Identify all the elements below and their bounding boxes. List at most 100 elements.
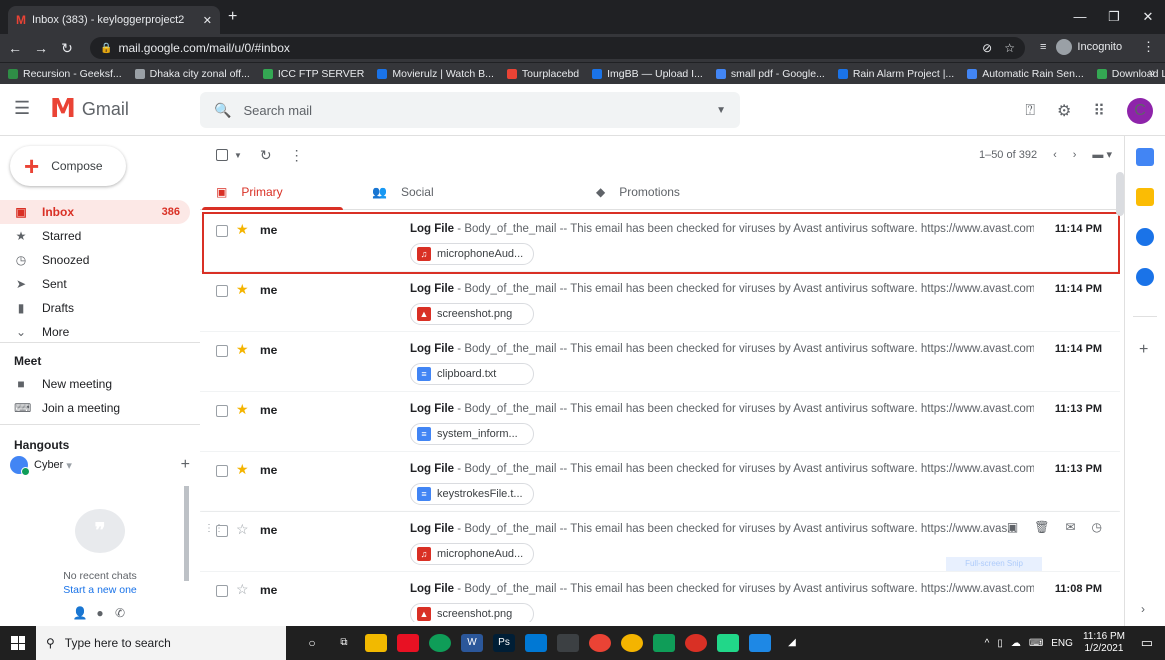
compose-button[interactable]: + Compose	[10, 146, 126, 186]
tab-primary[interactable]: ▣ Primary	[202, 174, 343, 210]
bookmark-item[interactable]: Dhaka city zonal off...	[134, 68, 250, 80]
cloud-icon[interactable]: ☁	[1011, 638, 1021, 649]
search-options-icon[interactable]: ▼	[716, 105, 726, 116]
select-all-checkbox[interactable]	[216, 149, 228, 161]
archive-icon[interactable]: ▣	[1007, 520, 1018, 534]
bookmark-item[interactable]: Rain Alarm Project |...	[837, 68, 954, 80]
taskbar-search[interactable]: ⚲ Type here to search	[36, 626, 286, 660]
tab-social[interactable]: 👥 Social	[372, 174, 434, 210]
pycharm-icon[interactable]	[717, 634, 739, 652]
clock[interactable]: 11:16 PM 1/2/2021	[1083, 631, 1125, 655]
sidebar-item-drafts[interactable]: ▮ Drafts	[0, 296, 190, 320]
email-row[interactable]: ★ me Log File - Body_of_the_mail -- This e…	[200, 212, 1120, 272]
contacts-icon[interactable]	[1136, 268, 1154, 286]
file-explorer-icon[interactable]	[365, 634, 387, 652]
attachment-chip[interactable]: ≡ keystrokesFile.t...	[410, 483, 534, 505]
row-checkbox[interactable]	[216, 405, 228, 417]
attachment-chip[interactable]: ▲ screenshot.png	[410, 603, 534, 622]
older-page-icon[interactable]: ›	[1073, 149, 1077, 161]
search-icon[interactable]: 🔍	[214, 102, 231, 119]
status-caret-icon[interactable]: ▾	[66, 459, 72, 472]
start-new-chat-link[interactable]: Start a new one	[0, 584, 200, 596]
star-icon[interactable]: ☆	[236, 521, 249, 538]
more-actions-icon[interactable]: ⋮	[290, 147, 304, 164]
reload-icon[interactable]: ↻	[56, 40, 78, 57]
chrome-icon[interactable]	[589, 634, 611, 652]
newer-page-icon[interactable]: ‹	[1053, 149, 1057, 161]
email-row[interactable]: ★ me Log File - Body_of_the_mail -- This e…	[200, 272, 1120, 332]
incognito-indicator[interactable]: ≡ Incognito	[1040, 39, 1122, 55]
calendar-icon[interactable]	[1136, 148, 1154, 166]
sidebar-item-inbox[interactable]: ▣ Inbox 386	[0, 200, 190, 224]
address-bar[interactable]: 🔒 mail.google.com/mail/u/0/#inbox ⊘ ☆	[90, 37, 1025, 59]
language-indicator[interactable]: ENG	[1051, 638, 1073, 649]
row-checkbox[interactable]	[216, 465, 228, 477]
row-checkbox[interactable]	[216, 285, 228, 297]
hangouts-user[interactable]: Cyber ▾ +	[10, 456, 190, 476]
email-row[interactable]: ☆ me Log File - Body_of_the_mail -- This e…	[200, 572, 1120, 622]
help-icon[interactable]: ⍰	[1025, 102, 1035, 120]
bookmark-item[interactable]: Movierulz | Watch B...	[377, 68, 494, 80]
bookmark-item[interactable]: small pdf - Google...	[715, 68, 825, 80]
chat-icon[interactable]: ●	[90, 606, 110, 626]
attachment-chip[interactable]: ≡ clipboard.txt	[410, 363, 534, 385]
tab-promotions[interactable]: ◆ Promotions	[596, 174, 680, 210]
battery-icon[interactable]: ▯	[997, 638, 1003, 649]
star-icon[interactable]: ★	[236, 401, 249, 418]
reading-list-icon[interactable]: ≡	[1040, 41, 1046, 53]
mail-app-icon[interactable]	[525, 634, 547, 652]
search-bar[interactable]: 🔍 Search mail ▼	[200, 92, 740, 128]
back-icon[interactable]: ←	[4, 40, 26, 56]
contacts-icon[interactable]: 👤	[70, 606, 90, 626]
sidebar-item-more[interactable]: ⌄ More	[0, 320, 190, 344]
star-icon[interactable]: ★	[236, 461, 249, 478]
new-tab-icon[interactable]: +	[228, 8, 237, 26]
attachment-chip[interactable]: ▲ screenshot.png	[410, 303, 534, 325]
star-icon[interactable]: ★	[236, 341, 249, 358]
new-conversation-icon[interactable]: +	[181, 456, 190, 474]
row-checkbox[interactable]	[216, 345, 228, 357]
meet-item[interactable]: ■ New meeting	[0, 372, 190, 396]
sidebar-item-snoozed[interactable]: ◷ Snoozed	[0, 248, 190, 272]
forward-icon[interactable]: →	[30, 40, 52, 56]
tray-chevron-icon[interactable]: ^	[985, 638, 990, 649]
minimize-icon[interactable]: —	[1063, 0, 1097, 34]
row-checkbox[interactable]	[216, 225, 228, 237]
email-row[interactable]: ★ me Log File - Body_of_the_mail -- This e…	[200, 452, 1120, 512]
settings-gear-icon[interactable]: ⚙	[1057, 101, 1071, 121]
search-input[interactable]: Search mail	[243, 103, 716, 118]
start-button[interactable]	[0, 626, 36, 660]
chrome-canary-icon[interactable]	[621, 634, 643, 652]
monitor-icon[interactable]	[557, 634, 579, 652]
attachment-chip[interactable]: ≡ system_inform...	[410, 423, 534, 445]
star-icon[interactable]: ☆	[236, 581, 249, 598]
app-green-icon[interactable]	[653, 634, 675, 652]
meet-item[interactable]: ⌨ Join a meeting	[0, 396, 190, 420]
close-window-icon[interactable]: ✕	[1131, 0, 1165, 34]
main-menu-icon[interactable]: ☰	[14, 98, 30, 119]
bookmark-item[interactable]: ICC FTP SERVER	[262, 68, 364, 80]
snooze-icon[interactable]: ◷	[1092, 520, 1102, 534]
app-red-icon[interactable]	[685, 634, 707, 652]
gmail-logo[interactable]: M Gmail	[50, 96, 129, 122]
app-misc-icon[interactable]: ◢	[781, 634, 803, 652]
row-checkbox[interactable]	[216, 585, 228, 597]
taskbar-search-input[interactable]: Type here to search	[65, 636, 171, 650]
phone-icon[interactable]: ✆	[110, 606, 130, 626]
delete-icon[interactable]: 🗑	[1034, 520, 1049, 534]
photoshop-icon[interactable]: Ps	[493, 634, 515, 652]
tasks-icon[interactable]	[1136, 228, 1154, 246]
word-icon[interactable]: W	[461, 634, 483, 652]
apps-grid-icon[interactable]: ⠿	[1093, 101, 1105, 121]
store-icon[interactable]	[397, 634, 419, 652]
hide-panel-icon[interactable]: ›	[1141, 602, 1145, 616]
browser-tab[interactable]: M Inbox (383) - keyloggerproject2 ✕	[8, 6, 220, 34]
select-dropdown-icon[interactable]: ▼	[234, 151, 242, 160]
bookmark-item[interactable]: Automatic Rain Sen...	[967, 68, 1084, 80]
cortana-icon[interactable]: ○	[301, 634, 323, 652]
account-avatar[interactable]: C	[1127, 98, 1153, 124]
keyboard-icon[interactable]: ⌨	[1029, 638, 1043, 649]
input-tools-icon[interactable]: ▬ ▾	[1092, 148, 1112, 161]
star-icon[interactable]: ★	[236, 281, 249, 298]
refresh-icon[interactable]: ↻	[260, 147, 272, 164]
